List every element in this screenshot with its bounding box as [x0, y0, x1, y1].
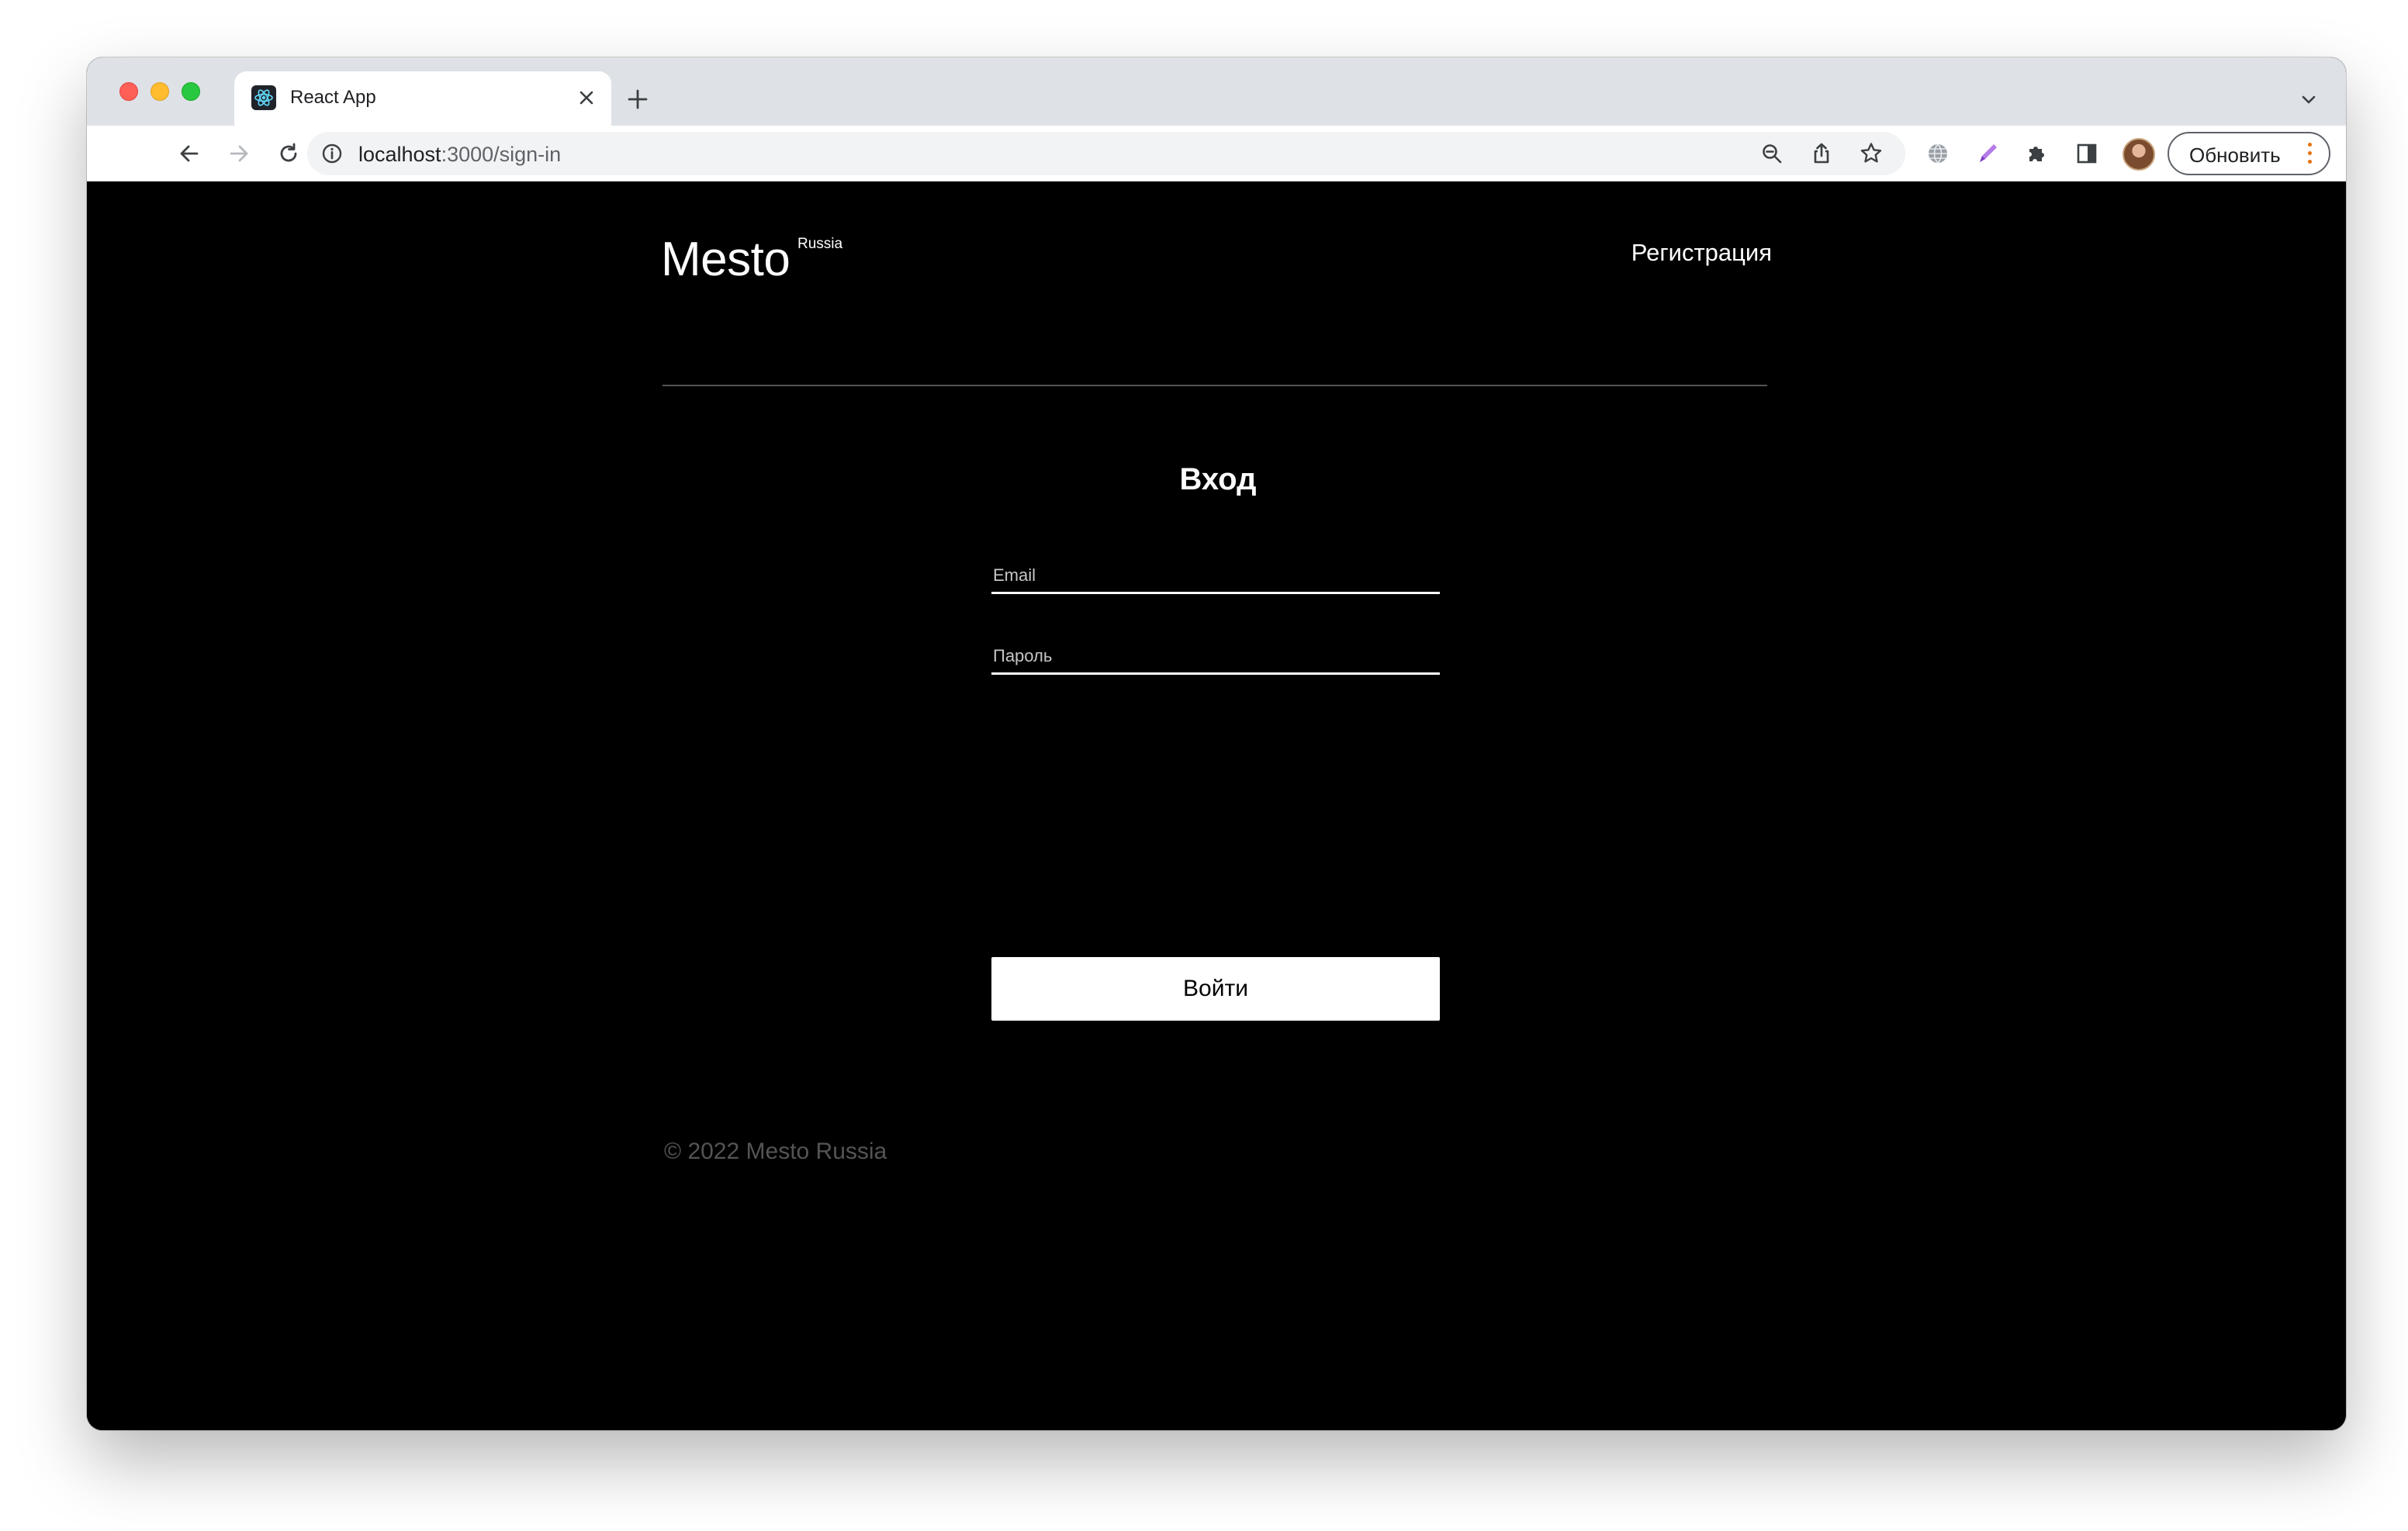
share-icon[interactable] [1803, 135, 1840, 172]
page-viewport: Mesto Russia Регистрация Вход Войти © 20… [87, 181, 2346, 1430]
form-title: Вход [1179, 462, 1257, 496]
tab-title: React App [290, 87, 376, 108]
url-path: :3000/sign-in [441, 143, 562, 166]
browser-window: React App localhost:3000/sign-in Обновит… [87, 57, 2346, 1430]
translate-globe-icon[interactable] [1919, 135, 1956, 172]
logo[interactable]: Mesto [661, 236, 791, 284]
forward-arrow-icon[interactable] [220, 135, 258, 172]
more-icon[interactable] [2307, 143, 2313, 166]
tab-strip: React App [87, 57, 2346, 126]
bookmark-star-icon[interactable] [1853, 135, 1890, 172]
header-divider [663, 385, 1767, 386]
close-tab-icon[interactable] [573, 84, 600, 112]
url-host: localhost [358, 143, 441, 166]
site-info-icon[interactable] [318, 140, 346, 168]
tab-search-chevron-icon[interactable] [2293, 84, 2324, 115]
password-field [991, 641, 1440, 675]
side-panel-icon[interactable] [2068, 135, 2105, 172]
minimize-window-button[interactable] [150, 82, 169, 101]
login-button[interactable]: Войти [991, 957, 1440, 1021]
url-text[interactable]: localhost:3000/sign-in [358, 143, 561, 167]
browser-toolbar: localhost:3000/sign-in Обновить [87, 126, 2346, 181]
close-window-button[interactable] [119, 82, 138, 101]
email-input[interactable] [991, 560, 1440, 591]
footer-copyright: © 2022 Mesto Russia [664, 1139, 887, 1164]
back-arrow-icon[interactable] [171, 135, 208, 172]
update-button-label: Обновить [2189, 143, 2281, 167]
reload-icon[interactable] [270, 135, 307, 172]
extensions-puzzle-icon[interactable] [2019, 135, 2056, 172]
new-tab-plus-icon[interactable] [622, 84, 653, 115]
password-input[interactable] [991, 641, 1440, 672]
zoom-window-button[interactable] [182, 82, 200, 101]
tab-react-app[interactable]: React App [234, 71, 611, 126]
address-bar[interactable]: localhost:3000/sign-in [307, 132, 1905, 175]
register-link[interactable]: Регистрация [1631, 239, 1772, 267]
email-field [991, 560, 1440, 594]
pen-icon[interactable] [1969, 135, 2006, 172]
zoom-icon[interactable] [1753, 135, 1790, 172]
react-icon [251, 85, 276, 110]
avatar[interactable] [2123, 138, 2155, 171]
logo-superscript: Russia [797, 236, 843, 252]
update-button[interactable]: Обновить [2168, 132, 2330, 175]
